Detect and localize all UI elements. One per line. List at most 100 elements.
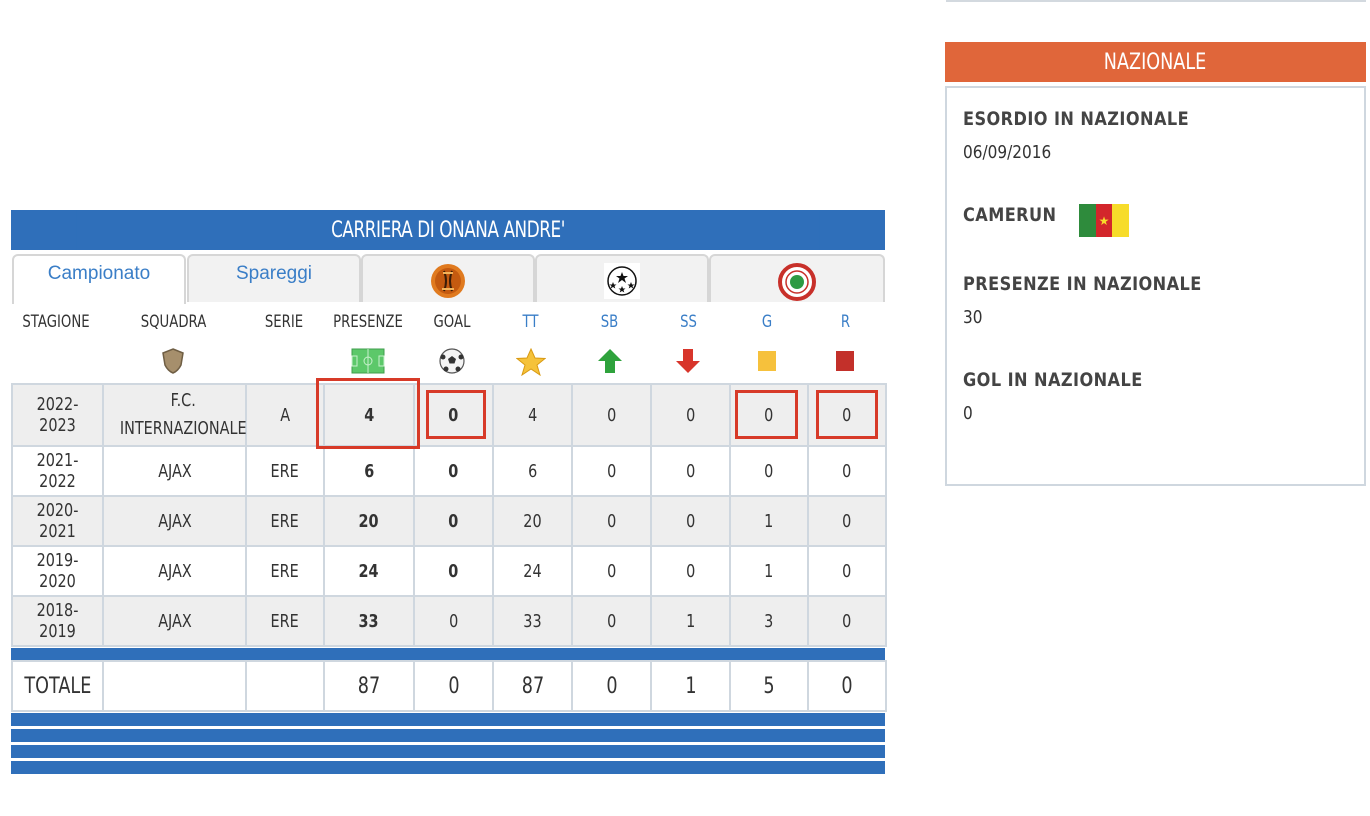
col-tt: TT (522, 312, 539, 332)
tab-campionato-label: Campionato (47, 263, 151, 284)
gol-nazionale-label: GOL IN NAZIONALE (963, 369, 1143, 391)
cell-g: 0 (729, 445, 809, 497)
cell-squadra[interactable]: AJAX (102, 595, 247, 647)
cell-stagione: 2018-2019 (11, 595, 104, 647)
nazionale-panel: ESORDIO IN NAZIONALE 06/09/2016 CAMERUN … (945, 86, 1366, 486)
presenze-nazionale-label: PRESENZE IN NAZIONALE (963, 273, 1202, 295)
cell-presenze: 24 (323, 545, 415, 597)
table-row[interactable]: 2021-2022 AJAX ERE 6 0 6 0 0 0 0 (11, 445, 887, 497)
cell-stagione: 2022-2023 (11, 383, 104, 447)
cell-serie: ERE (245, 495, 325, 547)
totals-row: TOTALE 87 0 87 0 1 5 0 (11, 660, 887, 712)
tab-champions-league[interactable] (535, 254, 709, 302)
total-r: 0 (807, 660, 887, 712)
arrow-up-icon (597, 348, 623, 379)
tab-spareggi[interactable]: Spareggi (187, 254, 361, 302)
cell-tt: 20 (492, 495, 573, 547)
cell-squadra[interactable]: AJAX (102, 445, 247, 497)
cell-tt: 6 (492, 445, 573, 497)
cell-r: 0 (807, 445, 887, 497)
tab-spareggi-label: Spareggi (235, 263, 313, 284)
cell-presenze: 33 (323, 595, 415, 647)
total-presenze: 87 (323, 660, 415, 712)
cell-sb: 0 (571, 595, 652, 647)
total-tt: 87 (492, 660, 573, 712)
table-row[interactable]: 2022-2023 F.C. INTERNAZIONALE A 4 0 4 0 … (11, 383, 887, 447)
champions-league-icon (604, 263, 640, 304)
europa-league-icon (430, 263, 466, 304)
cell-stagione: 2021-2022 (11, 445, 104, 497)
ball-icon (439, 348, 465, 379)
footer-stripe (11, 729, 885, 742)
table-row[interactable]: 2020-2021 AJAX ERE 20 0 20 0 0 1 0 (11, 495, 887, 547)
red-card-icon (835, 350, 855, 377)
footer-stripe (11, 745, 885, 758)
cell-serie: ERE (245, 545, 325, 597)
gol-nazionale-value: 0 (963, 403, 973, 424)
col-ss: SS (680, 312, 697, 332)
cell-goal: 0 (413, 495, 494, 547)
total-squadra (102, 660, 247, 712)
cell-ss: 1 (650, 595, 731, 647)
cell-r: 0 (807, 383, 887, 447)
cell-serie: ERE (245, 595, 325, 647)
career-panel: CARRIERA DI ONANA ANDRE' Campionato Spar… (11, 210, 887, 774)
cell-stagione: 2020-2021 (11, 495, 104, 547)
cameroon-flag-icon: ★ (1079, 204, 1130, 237)
table-row[interactable]: 2019-2020 AJAX ERE 24 0 24 0 0 1 0 (11, 545, 887, 597)
career-stats-table: 2022-2023 F.C. INTERNAZIONALE A 4 0 4 0 … (11, 383, 887, 647)
cell-sb: 0 (571, 495, 652, 547)
cell-sb: 0 (571, 545, 652, 597)
cell-presenze: 4 (323, 383, 415, 447)
tab-europa-league[interactable] (361, 254, 535, 302)
cell-goal: 0 (413, 445, 494, 497)
shield-icon (161, 348, 185, 379)
col-g: G (761, 312, 773, 332)
cell-sb: 0 (571, 445, 652, 497)
table-row[interactable]: 2018-2019 AJAX ERE 33 0 33 0 1 3 0 (11, 595, 887, 647)
cell-ss: 0 (650, 545, 731, 597)
total-goal: 0 (413, 660, 494, 712)
cell-stagione: 2019-2020 (11, 545, 104, 597)
cell-ss: 0 (650, 495, 731, 547)
cell-g: 1 (729, 545, 809, 597)
cell-serie: ERE (245, 445, 325, 497)
cell-r: 0 (807, 495, 887, 547)
col-r: R (840, 312, 851, 332)
cell-squadra[interactable]: AJAX (102, 495, 247, 547)
total-serie (245, 660, 325, 712)
col-stagione: STAGIONE (22, 312, 90, 332)
esordio-value: 06/09/2016 (963, 142, 1052, 163)
col-squadra: SQUADRA (140, 312, 207, 332)
coppa-italia-icon (778, 263, 816, 306)
arrow-down-icon (675, 348, 701, 379)
career-title: CARRIERA DI ONANA ANDRE' (76, 210, 820, 250)
cell-serie: A (245, 383, 325, 447)
cell-g: 0 (729, 383, 809, 447)
cell-r: 0 (807, 545, 887, 597)
esordio-label: ESORDIO IN NAZIONALE (963, 108, 1190, 130)
pitch-icon (351, 348, 385, 379)
tab-campionato[interactable]: Campionato (12, 254, 186, 304)
tab-coppa-italia[interactable] (709, 254, 885, 302)
total-ss: 1 (650, 660, 731, 712)
presenze-nazionale-value: 30 (963, 307, 983, 328)
cell-presenze: 6 (323, 445, 415, 497)
cell-r: 0 (807, 595, 887, 647)
cell-squadra[interactable]: AJAX (102, 545, 247, 597)
yellow-card-icon (757, 350, 777, 377)
cell-g: 3 (729, 595, 809, 647)
footer-stripe (11, 713, 885, 726)
total-label: TOTALE (11, 660, 104, 712)
cell-tt: 33 (492, 595, 573, 647)
cell-goal: 0 (413, 545, 494, 597)
sidebar-divider (946, 0, 1366, 2)
col-sb: SB (600, 312, 619, 332)
cell-squadra[interactable]: F.C. INTERNAZIONALE (102, 383, 247, 447)
cell-presenze: 20 (323, 495, 415, 547)
country-name: CAMERUN (963, 204, 1057, 226)
col-serie: SERIE (264, 312, 304, 332)
cell-ss: 0 (650, 383, 731, 447)
competition-tabs: Campionato Spareggi (11, 250, 885, 304)
col-goal: GOAL (433, 312, 471, 332)
